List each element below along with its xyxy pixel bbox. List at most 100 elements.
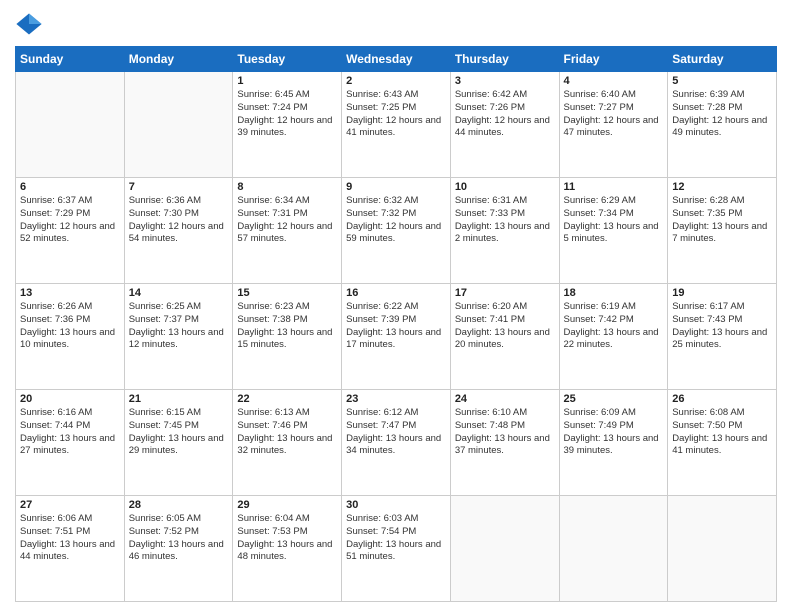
header-row: SundayMondayTuesdayWednesdayThursdayFrid… (16, 47, 777, 72)
day-info: Sunrise: 6:40 AMSunset: 7:27 PMDaylight:… (564, 89, 664, 140)
header-sunday: Sunday (16, 47, 125, 72)
day-number: 12 (672, 181, 772, 193)
day-number: 11 (564, 181, 664, 193)
header-saturday: Saturday (668, 47, 777, 72)
calendar-cell: 13 Sunrise: 6:26 AMSunset: 7:36 PMDayligh… (16, 284, 125, 390)
week-row-4: 27Sunrise: 6:06 AMSunset: 7:51 PMDayligh… (16, 496, 777, 602)
day-info: Sunrise: 6:10 AMSunset: 7:48 PMDaylight:… (455, 407, 555, 458)
day-number: 9 (346, 181, 446, 193)
calendar-cell: 1 Sunrise: 6:45 AMSunset: 7:24 PMDaylight… (233, 72, 342, 178)
calendar-cell: 3Sunrise: 6:42 AMSunset: 7:26 PMDaylight… (450, 72, 559, 178)
calendar-cell: 6 Sunrise: 6:37 AMSunset: 7:29 PMDaylight… (16, 178, 125, 284)
day-number: 17 (455, 287, 555, 299)
day-number: 26 (672, 393, 772, 405)
day-number: 4 (564, 75, 664, 87)
calendar-cell: 4 Sunrise: 6:40 AMSunset: 7:27 PMDaylight… (559, 72, 668, 178)
day-info: Sunrise: 6:17 AMSunset: 7:43 PMDaylight:… (672, 301, 772, 352)
day-info: Sunrise: 6:39 AMSunset: 7:28 PMDaylight:… (672, 89, 772, 140)
day-info: Sunrise: 6:34 AMSunset: 7:31 PMDaylight:… (237, 195, 337, 246)
calendar-cell: 20 Sunrise: 6:16 AMSunset: 7:44 PMDayligh… (16, 390, 125, 496)
day-info: Sunrise: 6:22 AMSunset: 7:39 PMDaylight:… (346, 301, 446, 352)
calendar-cell (16, 72, 125, 178)
day-info: Sunrise: 6:29 AMSunset: 7:34 PMDaylight:… (564, 195, 664, 246)
day-info: Sunrise: 6:03 AMSunset: 7:54 PMDaylight:… (346, 513, 446, 564)
calendar-cell: 17Sunrise: 6:20 AMSunset: 7:41 PMDayligh… (450, 284, 559, 390)
header-tuesday: Tuesday (233, 47, 342, 72)
calendar-cell (450, 496, 559, 602)
day-info: Sunrise: 6:06 AMSunset: 7:51 PMDaylight:… (20, 513, 120, 564)
calendar-cell: 2 Sunrise: 6:43 AMSunset: 7:25 PMDaylight… (342, 72, 451, 178)
day-info: Sunrise: 6:04 AMSunset: 7:53 PMDaylight:… (237, 513, 337, 564)
calendar-header: SundayMondayTuesdayWednesdayThursdayFrid… (16, 47, 777, 72)
calendar-cell: 21 Sunrise: 6:15 AMSunset: 7:45 PMDayligh… (124, 390, 233, 496)
day-number: 1 (237, 75, 337, 87)
day-number: 30 (346, 499, 446, 511)
day-number: 18 (564, 287, 664, 299)
calendar-cell: 29 Sunrise: 6:04 AMSunset: 7:53 PMDayligh… (233, 496, 342, 602)
day-number: 21 (129, 393, 229, 405)
day-number: 28 (129, 499, 229, 511)
day-number: 22 (237, 393, 337, 405)
logo (15, 10, 47, 38)
week-row-0: 1 Sunrise: 6:45 AMSunset: 7:24 PMDaylight… (16, 72, 777, 178)
day-number: 19 (672, 287, 772, 299)
day-info: Sunrise: 6:16 AMSunset: 7:44 PMDaylight:… (20, 407, 120, 458)
day-number: 15 (237, 287, 337, 299)
day-number: 20 (20, 393, 120, 405)
day-info: Sunrise: 6:31 AMSunset: 7:33 PMDaylight:… (455, 195, 555, 246)
header-wednesday: Wednesday (342, 47, 451, 72)
calendar-cell (559, 496, 668, 602)
day-number: 8 (237, 181, 337, 193)
day-number: 5 (672, 75, 772, 87)
week-row-2: 13 Sunrise: 6:26 AMSunset: 7:36 PMDayligh… (16, 284, 777, 390)
day-info: Sunrise: 6:08 AMSunset: 7:50 PMDaylight:… (672, 407, 772, 458)
day-info: Sunrise: 6:37 AMSunset: 7:29 PMDaylight:… (20, 195, 120, 246)
logo-icon (15, 10, 43, 38)
day-number: 23 (346, 393, 446, 405)
calendar-cell: 26 Sunrise: 6:08 AMSunset: 7:50 PMDayligh… (668, 390, 777, 496)
day-number: 10 (455, 181, 555, 193)
calendar-cell: 22Sunrise: 6:13 AMSunset: 7:46 PMDayligh… (233, 390, 342, 496)
calendar-cell: 16Sunrise: 6:22 AMSunset: 7:39 PMDayligh… (342, 284, 451, 390)
week-row-1: 6 Sunrise: 6:37 AMSunset: 7:29 PMDaylight… (16, 178, 777, 284)
calendar-cell: 8 Sunrise: 6:34 AMSunset: 7:31 PMDaylight… (233, 178, 342, 284)
calendar-cell: 9 Sunrise: 6:32 AMSunset: 7:32 PMDaylight… (342, 178, 451, 284)
calendar-cell: 18 Sunrise: 6:19 AMSunset: 7:42 PMDayligh… (559, 284, 668, 390)
calendar-cell: 23 Sunrise: 6:12 AMSunset: 7:47 PMDayligh… (342, 390, 451, 496)
day-info: Sunrise: 6:26 AMSunset: 7:36 PMDaylight:… (20, 301, 120, 352)
day-number: 7 (129, 181, 229, 193)
day-info: Sunrise: 6:12 AMSunset: 7:47 PMDaylight:… (346, 407, 446, 458)
day-number: 2 (346, 75, 446, 87)
day-info: Sunrise: 6:45 AMSunset: 7:24 PMDaylight:… (237, 89, 337, 140)
day-number: 14 (129, 287, 229, 299)
day-number: 6 (20, 181, 120, 193)
calendar-cell: 5 Sunrise: 6:39 AMSunset: 7:28 PMDaylight… (668, 72, 777, 178)
day-info: Sunrise: 6:42 AMSunset: 7:26 PMDaylight:… (455, 89, 555, 140)
day-info: Sunrise: 6:43 AMSunset: 7:25 PMDaylight:… (346, 89, 446, 140)
calendar-cell: 7 Sunrise: 6:36 AMSunset: 7:30 PMDaylight… (124, 178, 233, 284)
header-friday: Friday (559, 47, 668, 72)
calendar-cell: 24Sunrise: 6:10 AMSunset: 7:48 PMDayligh… (450, 390, 559, 496)
day-number: 29 (237, 499, 337, 511)
calendar-cell: 25 Sunrise: 6:09 AMSunset: 7:49 PMDayligh… (559, 390, 668, 496)
day-info: Sunrise: 6:09 AMSunset: 7:49 PMDaylight:… (564, 407, 664, 458)
day-info: Sunrise: 6:28 AMSunset: 7:35 PMDaylight:… (672, 195, 772, 246)
calendar-cell: 12 Sunrise: 6:28 AMSunset: 7:35 PMDayligh… (668, 178, 777, 284)
day-number: 25 (564, 393, 664, 405)
day-number: 13 (20, 287, 120, 299)
calendar-cell: 27Sunrise: 6:06 AMSunset: 7:51 PMDayligh… (16, 496, 125, 602)
day-info: Sunrise: 6:19 AMSunset: 7:42 PMDaylight:… (564, 301, 664, 352)
day-info: Sunrise: 6:05 AMSunset: 7:52 PMDaylight:… (129, 513, 229, 564)
calendar-cell: 15 Sunrise: 6:23 AMSunset: 7:38 PMDayligh… (233, 284, 342, 390)
calendar-cell: 10 Sunrise: 6:31 AMSunset: 7:33 PMDayligh… (450, 178, 559, 284)
header-monday: Monday (124, 47, 233, 72)
header (15, 10, 777, 38)
day-info: Sunrise: 6:32 AMSunset: 7:32 PMDaylight:… (346, 195, 446, 246)
day-info: Sunrise: 6:15 AMSunset: 7:45 PMDaylight:… (129, 407, 229, 458)
day-info: Sunrise: 6:36 AMSunset: 7:30 PMDaylight:… (129, 195, 229, 246)
header-thursday: Thursday (450, 47, 559, 72)
calendar-cell: 28 Sunrise: 6:05 AMSunset: 7:52 PMDayligh… (124, 496, 233, 602)
page: SundayMondayTuesdayWednesdayThursdayFrid… (0, 0, 792, 612)
day-info: Sunrise: 6:23 AMSunset: 7:38 PMDaylight:… (237, 301, 337, 352)
calendar-table: SundayMondayTuesdayWednesdayThursdayFrid… (15, 46, 777, 602)
